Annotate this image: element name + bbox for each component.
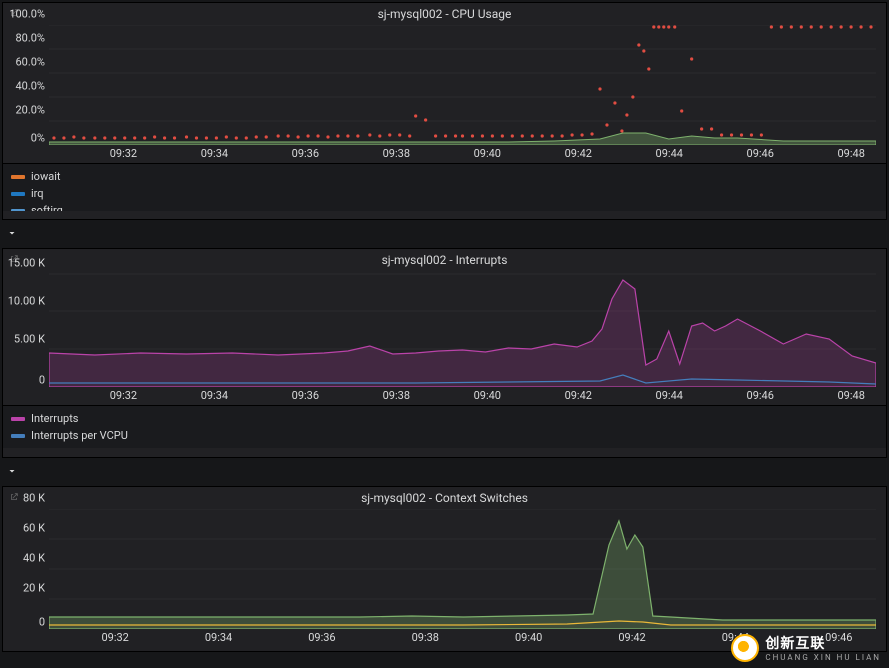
- x-axis: 09:32 09:34 09:36 09:38 09:40 09:42 09:4…: [49, 147, 876, 163]
- legend: iowait irq softirq: [3, 163, 886, 211]
- chart-context-switches[interactable]: 0 20 K 40 K 60 K 80 K: [49, 509, 876, 629]
- x-axis: 09:32 09:34 09:36 09:38 09:40 09:42 09:4…: [49, 389, 876, 405]
- legend-item-iowait[interactable]: iowait: [11, 168, 878, 185]
- panel-title: sj-mysql002 - CPU Usage: [3, 3, 886, 23]
- series-interrupts: [49, 280, 876, 387]
- legend-item-interrupts[interactable]: Interrupts: [11, 410, 878, 427]
- panel-title: sj-mysql002 - Context Switches: [3, 487, 886, 507]
- y-axis: 0 5.00 K 10.00 K 15.00 K: [7, 271, 45, 387]
- panel-cpu-usage: sj-mysql002 - CPU Usage 0% 20.0% 40.0% 6…: [2, 2, 887, 220]
- brand-name-en: CHUANG XIN HU LIAN: [765, 653, 881, 662]
- y-axis: 0 20 K 40 K 60 K 80 K: [7, 509, 45, 629]
- chart-cpu[interactable]: 0% 20.0% 40.0% 60.0% 80.0% 100.0%: [49, 25, 876, 145]
- brand-logo-icon: [731, 634, 759, 662]
- legend: Interrupts Interrupts per VCPU: [3, 405, 886, 448]
- brand-name-cn: 创新互联: [765, 633, 881, 653]
- chart-interrupts[interactable]: 0 5.00 K 10.00 K 15.00 K: [49, 271, 876, 387]
- legend-item-irq[interactable]: irq: [11, 185, 878, 202]
- panel-title: sj-mysql002 - Interrupts: [3, 249, 886, 269]
- series-ctx: [49, 521, 876, 629]
- branding-watermark: 创新互联 CHUANG XIN HU LIAN: [731, 633, 881, 662]
- y-axis: 0% 20.0% 40.0% 60.0% 80.0% 100.0%: [7, 25, 45, 145]
- row-collapse-toggle[interactable]: [0, 220, 889, 246]
- panel-interrupts: sj-mysql002 - Interrupts 0 5.00 K 10.00 …: [2, 248, 887, 458]
- panel-link-icon[interactable]: [9, 491, 19, 505]
- legend-item-softirq[interactable]: softirq: [11, 202, 878, 211]
- row-collapse-toggle[interactable]: [0, 458, 889, 484]
- panel-context-switches: sj-mysql002 - Context Switches 0 20 K 40…: [2, 486, 887, 652]
- legend-item-interrupts-vcpu[interactable]: Interrupts per VCPU: [11, 427, 878, 444]
- chevron-down-icon: [6, 465, 18, 477]
- chevron-down-icon: [6, 227, 18, 239]
- series-scatter: [52, 25, 872, 139]
